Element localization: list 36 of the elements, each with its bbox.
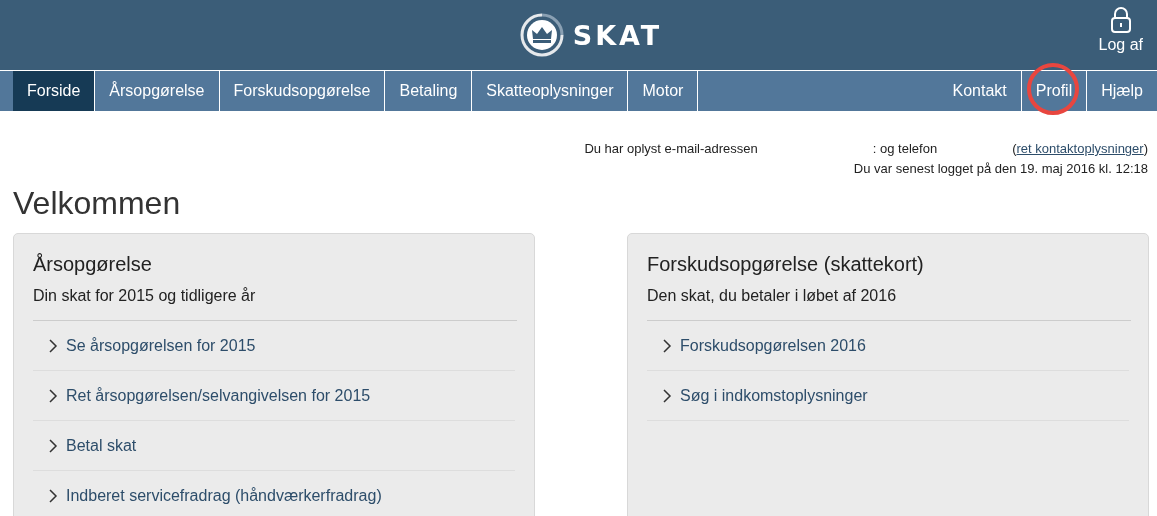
nav-tab[interactable]: Betaling [385,71,473,111]
nav-tab[interactable]: Forskudsopgørelse [219,71,386,111]
contact-text: Du har oplyst e-mail-adressen [584,140,758,158]
card-link[interactable]: Forskudsopgørelsen 2016 [647,321,1129,371]
card-link[interactable]: Se årsopgørelsen for 2015 [33,321,515,371]
nav-tab[interactable]: Motor [628,71,699,111]
card-link[interactable]: Ret årsopgørelsen/selvangivelsen for 2015 [33,371,515,421]
chevron-right-icon [48,388,58,403]
card-link[interactable]: Betal skat [33,421,515,471]
parenthesis: ) [1143,140,1148,158]
nav-tab[interactable]: Forside [13,71,96,111]
logo-wordmark: SKAT [572,19,663,51]
chevron-right-icon [48,338,58,353]
card-subtitle: Din skat for 2015 og tidligere år [33,286,517,321]
chevron-right-icon [48,488,58,503]
nav-tab[interactable]: Skatteoplysninger [472,71,629,111]
crown-logo-icon [518,12,565,58]
nav-tab[interactable]: Hjælp [1087,71,1157,111]
card-subtitle: Den skat, du betaler i løbet af 2016 [647,286,1131,321]
chevron-right-icon [662,338,672,353]
nav-tab[interactable]: Profil [1021,71,1087,111]
chevron-right-icon [662,388,672,403]
card-link[interactable]: Indberet servicefradrag (håndværkerfradrag) [33,471,515,516]
padlock-icon [1109,6,1132,34]
card-title: Forskudsopgørelse (skattekort) [647,252,925,276]
nav-tab[interactable]: Kontakt [938,71,1021,111]
last-login-text: Du var senest logget på den 19. maj 2016 kl. 12:18 [853,160,1148,178]
card-title: Årsopgørelse [33,252,153,276]
nav-tab[interactable]: Årsopgørelse [95,71,220,111]
parenthesis: ( [1012,140,1017,158]
logout-button[interactable]: Log af [1098,6,1143,54]
card-link[interactable]: Søg i indkomstoplysninger [647,371,1129,421]
chevron-right-icon [48,438,58,453]
edit-contact-link[interactable]: ret kontaktoplysninger [1016,139,1144,159]
page-heading: Velkommen [13,184,182,223]
contact-text: : og telefon [872,140,938,158]
